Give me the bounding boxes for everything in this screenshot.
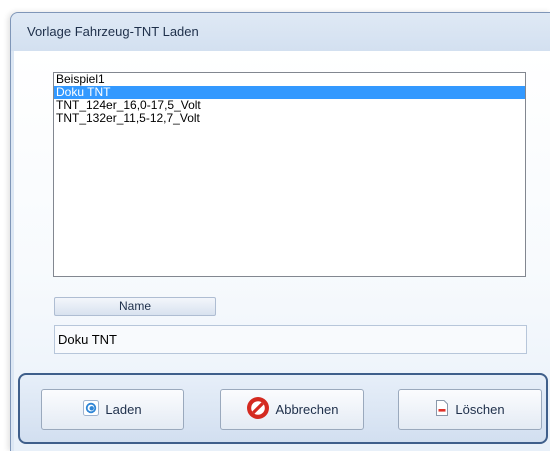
delete-button[interactable]: Löschen: [398, 389, 542, 430]
load-icon: [83, 400, 100, 419]
button-group: Laden Abbrechen Löschen: [18, 373, 548, 444]
dialog-window: Vorlage Fahrzeug-TNT Laden Beispiel1 Dok…: [0, 0, 550, 451]
cancel-button-label: Abbrechen: [275, 402, 339, 417]
template-list[interactable]: Beispiel1 Doku TNT TNT_124er_16,0-17,5_V…: [53, 72, 526, 277]
dialog-content: Beispiel1 Doku TNT TNT_124er_16,0-17,5_V…: [14, 51, 550, 451]
load-button[interactable]: Laden: [41, 389, 184, 430]
dialog-frame: Vorlage Fahrzeug-TNT Laden Beispiel1 Dok…: [10, 12, 550, 451]
title-bar[interactable]: Vorlage Fahrzeug-TNT Laden: [11, 13, 550, 51]
delete-icon: [435, 400, 449, 419]
cancel-icon: [246, 396, 270, 423]
window-title: Vorlage Fahrzeug-TNT Laden: [27, 24, 199, 39]
name-input[interactable]: [54, 325, 527, 354]
list-item[interactable]: TNT_132er_11,5-12,7_Volt: [54, 112, 525, 125]
name-column-header[interactable]: Name: [54, 297, 216, 316]
list-item[interactable]: Beispiel1: [54, 73, 525, 86]
cancel-button[interactable]: Abbrechen: [220, 389, 364, 430]
delete-button-label: Löschen: [455, 402, 505, 417]
load-button-label: Laden: [105, 402, 142, 417]
